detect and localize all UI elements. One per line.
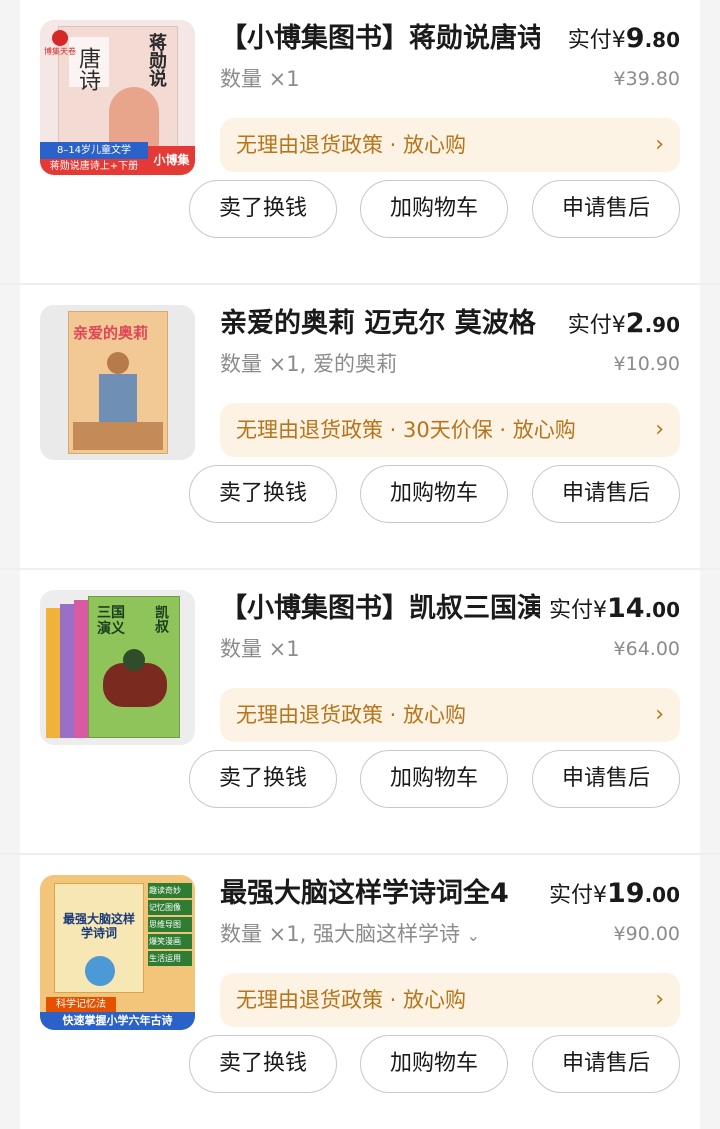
original-price: ¥39.80: [613, 68, 680, 90]
cover-tags: 趣读奇妙 记忆图像 思维导图 爆笑漫画 生活运用: [148, 883, 192, 966]
original-price: ¥10.90: [613, 353, 680, 375]
chevron-right-icon: ›: [655, 702, 664, 727]
book-cover-art: 最强大脑这样学诗词: [54, 883, 144, 993]
return-policy-bar[interactable]: 无理由退货政策 · 30天价保 · 放心购 ›: [220, 403, 680, 457]
policy-text: 无理由退货政策 · 放心购: [236, 703, 467, 727]
add-cart-button[interactable]: 加购物车: [360, 465, 508, 523]
add-cart-button[interactable]: 加购物车: [360, 180, 508, 238]
product-title[interactable]: 亲爱的奥莉 迈克尔 莫波格: [220, 305, 540, 343]
publisher-logo: 博集天卷: [44, 30, 76, 57]
original-price: ¥64.00: [613, 638, 680, 660]
paid-price: 实付¥19.00: [548, 878, 680, 909]
sell-button[interactable]: 卖了换钱: [189, 750, 337, 808]
cover-subbanner: 蒋勋说唐诗上+下册: [40, 159, 148, 175]
sell-button[interactable]: 卖了换钱: [189, 1035, 337, 1093]
sell-button[interactable]: 卖了换钱: [189, 465, 337, 523]
chevron-right-icon: ›: [655, 417, 664, 442]
quantity-label: 数量 ×1: [220, 637, 300, 661]
book-spine: [74, 600, 88, 738]
return-policy-bar[interactable]: 无理由退货政策 · 放心购 ›: [220, 973, 680, 1027]
cover-subbanner: 快速掌握小学六年古诗: [40, 1012, 195, 1030]
cover-banner: 8–14岁儿童文学: [40, 142, 148, 159]
book-cover-art: 亲爱的奥莉: [68, 311, 168, 454]
quantity-label: 数量 ×1: [220, 67, 300, 91]
book-spine: [46, 608, 60, 738]
quantity-label: 数量 ×1, 强大脑这样学诗 ⌄: [220, 922, 481, 946]
paid-price: 实付¥9.80: [567, 23, 680, 54]
order-card: 亲爱的奥莉 亲爱的奥莉 迈克尔 莫波格 实付¥2.90 数量 ×1, 爱的奥莉 …: [20, 285, 700, 568]
after-sale-button[interactable]: 申请售后: [532, 465, 680, 523]
book-cover-art: 三国演义 凯叔: [88, 596, 180, 738]
return-policy-bar[interactable]: 无理由退货政策 · 放心购 ›: [220, 688, 680, 742]
add-cart-button[interactable]: 加购物车: [360, 750, 508, 808]
cover-title: 三国演义: [97, 605, 125, 637]
quantity-label: 数量 ×1, 爱的奥莉: [220, 352, 397, 376]
return-policy-bar[interactable]: 无理由退货政策 · 放心购 ›: [220, 118, 680, 172]
product-title[interactable]: 【小博集图书】凯叔三国演: [220, 590, 540, 628]
original-price: ¥90.00: [613, 923, 680, 945]
book-spine: [60, 604, 74, 738]
policy-text: 无理由退货政策 · 放心购: [236, 988, 467, 1012]
paid-price: 实付¥2.90: [567, 308, 680, 339]
cover-title-right: 蒋勋说: [146, 33, 167, 87]
product-thumbnail[interactable]: 亲爱的奥莉: [40, 305, 195, 460]
chevron-right-icon: ›: [655, 132, 664, 157]
order-card: 三国演义 凯叔 【小博集图书】凯叔三国演 实付¥14.00 数量 ×1 ¥64.…: [20, 570, 700, 853]
after-sale-button[interactable]: 申请售后: [532, 1035, 680, 1093]
sell-button[interactable]: 卖了换钱: [189, 180, 337, 238]
product-title[interactable]: 【小博集图书】蒋勋说唐诗: [220, 20, 540, 58]
cover-title: 最强大脑这样学诗词: [62, 912, 135, 940]
brand-badge: 小博集: [148, 146, 195, 175]
cover-banner: 科学记忆法: [46, 997, 116, 1012]
policy-text: 无理由退货政策 · 30天价保 · 放心购: [236, 418, 576, 442]
order-card: 蒋勋说 唐诗 博集天卷 8–14岁儿童文学 蒋勋说唐诗上+下册 小博集 【小博集…: [20, 0, 700, 283]
after-sale-button[interactable]: 申请售后: [532, 750, 680, 808]
product-thumbnail[interactable]: 蒋勋说 唐诗 博集天卷 8–14岁儿童文学 蒋勋说唐诗上+下册 小博集: [40, 20, 195, 175]
order-card: 最强大脑这样学诗词 趣读奇妙 记忆图像 思维导图 爆笑漫画 生活运用 科学记忆法…: [20, 855, 700, 1129]
policy-text: 无理由退货政策 · 放心购: [236, 133, 467, 157]
cover-title-right: 凯叔: [153, 605, 169, 633]
add-cart-button[interactable]: 加购物车: [360, 1035, 508, 1093]
chevron-down-icon[interactable]: ⌄: [467, 926, 480, 945]
after-sale-button[interactable]: 申请售后: [532, 180, 680, 238]
product-thumbnail[interactable]: 最强大脑这样学诗词 趣读奇妙 记忆图像 思维导图 爆笑漫画 生活运用 科学记忆法…: [40, 875, 195, 1030]
paid-price: 实付¥14.00: [548, 593, 680, 624]
chevron-right-icon: ›: [655, 987, 664, 1012]
product-thumbnail[interactable]: 三国演义 凯叔: [40, 590, 195, 745]
order-list: 蒋勋说 唐诗 博集天卷 8–14岁儿童文学 蒋勋说唐诗上+下册 小博集 【小博集…: [0, 0, 720, 1129]
cover-title: 亲爱的奥莉: [73, 324, 149, 342]
product-title[interactable]: 最强大脑这样学诗词全4: [220, 875, 540, 913]
